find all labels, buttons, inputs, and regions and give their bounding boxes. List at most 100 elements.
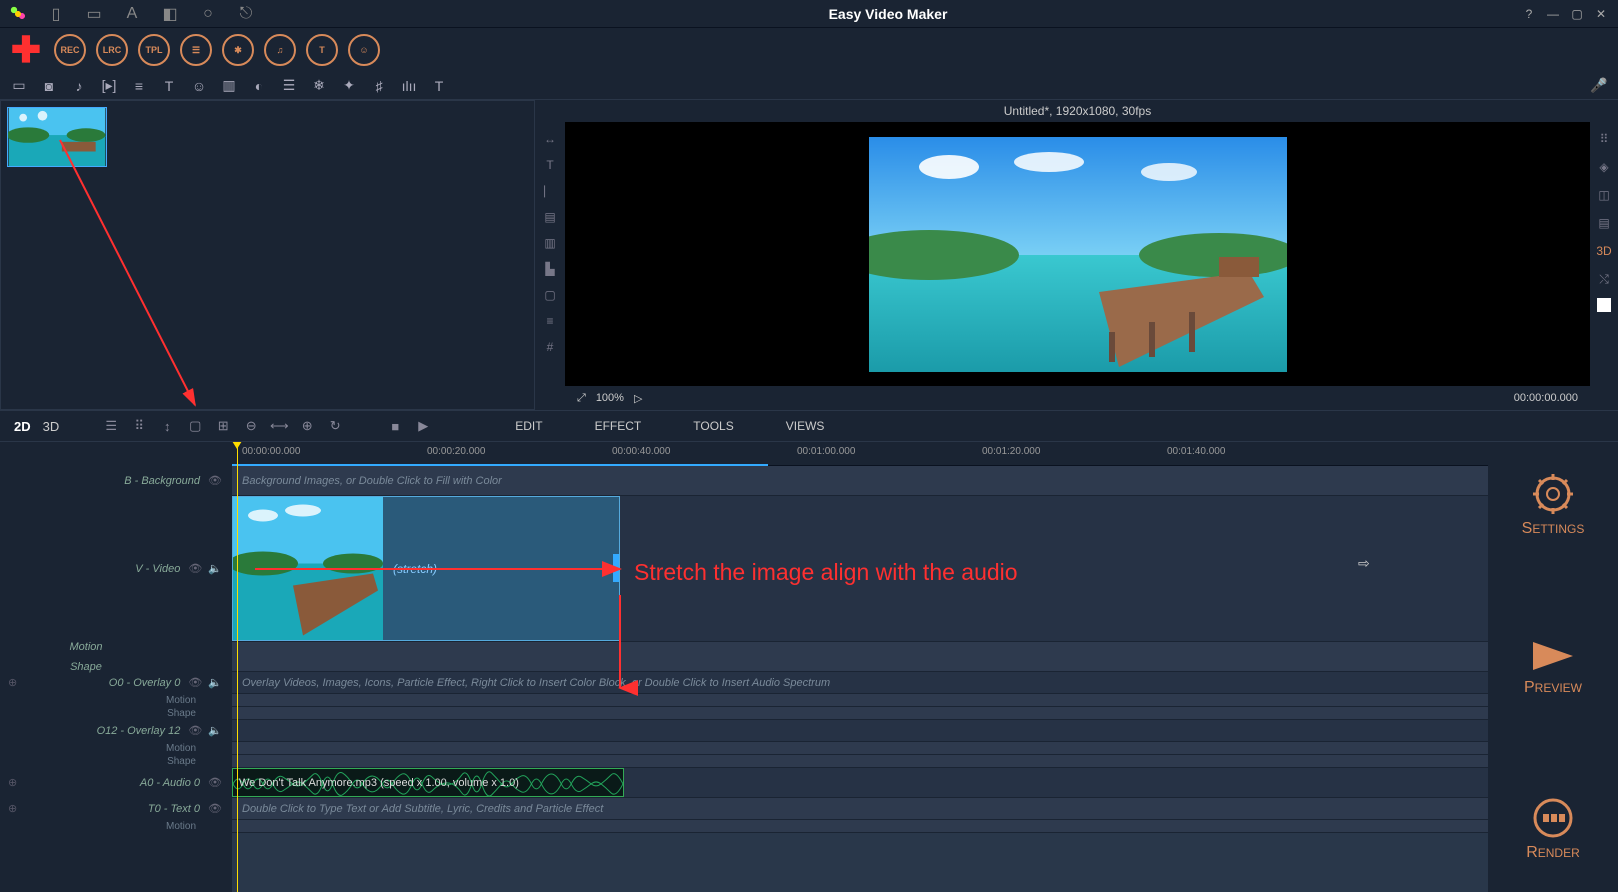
add-track-icon[interactable]: ⊕ <box>8 776 17 789</box>
text-button[interactable]: T <box>306 34 338 66</box>
speaker-icon[interactable]: 🔈 <box>208 562 222 575</box>
eye-icon[interactable]: 👁 <box>208 802 222 815</box>
panel-icon[interactable]: ◧ <box>160 4 180 24</box>
minimize-button[interactable]: — <box>1544 5 1562 23</box>
track-label-text[interactable]: ⊕ T0 - Text 0 👁 <box>0 798 232 820</box>
stop-icon[interactable]: ■ <box>387 418 403 434</box>
snow-icon[interactable]: ❄ <box>310 77 328 95</box>
zoomout-icon[interactable]: ⊖ <box>243 418 259 434</box>
contrast-icon[interactable]: ◐ <box>250 77 268 95</box>
track-label-overlay12[interactable]: O12 - Overlay 12 👁🔈 <box>0 720 232 742</box>
split-icon[interactable]: ◫ <box>1595 186 1613 204</box>
play-icon[interactable]: ▶ <box>415 418 431 434</box>
eye-icon[interactable]: 👁 <box>208 776 222 789</box>
help-button[interactable]: ? <box>1520 5 1538 23</box>
align-icon[interactable]: ⎸ <box>541 182 559 200</box>
speaker-icon[interactable]: 🔈 <box>208 676 222 689</box>
audio-clip[interactable]: We Don't Talk Anymore.mp3 (speed x 1.00,… <box>232 768 624 797</box>
snap-icon[interactable]: ⊞ <box>215 418 231 434</box>
track-audio[interactable]: We Don't Talk Anymore.mp3 (speed x 1.00,… <box>232 768 1488 798</box>
add-track-icon[interactable]: ⊕ <box>8 676 17 689</box>
film-icon[interactable]: ▭ <box>84 4 104 24</box>
swap-icon[interactable]: ⤭ <box>1595 270 1613 288</box>
track-label-audio[interactable]: ⊕ A0 - Audio 0 👁 <box>0 768 232 798</box>
speaker-icon[interactable]: 🔈 <box>208 724 222 737</box>
record-button[interactable]: REC <box>54 34 86 66</box>
music-icon[interactable]: ♪ <box>70 77 88 95</box>
timeline-ruler[interactable]: 00:00:00.000 00:00:20.000 00:00:40.000 0… <box>232 442 1488 466</box>
track-motion[interactable] <box>232 642 1488 672</box>
track-label-motion[interactable]: Motion Shape <box>0 642 232 672</box>
tune-icon[interactable]: ♯ <box>370 77 388 95</box>
bookmark-icon[interactable]: ▯ <box>46 4 66 24</box>
camera-icon[interactable]: ◙ <box>40 77 58 95</box>
target-icon[interactable]: ◈ <box>1595 158 1613 176</box>
track-text[interactable]: Double Click to Type Text or Add Subtitl… <box>232 798 1488 820</box>
shirt-icon[interactable]: ⎋ <box>236 4 256 24</box>
track-label-background[interactable]: B - Background 👁 <box>0 466 232 496</box>
resize-icon[interactable]: ↔ <box>541 130 559 148</box>
smile-icon[interactable]: ☺ <box>190 77 208 95</box>
chart-icon[interactable]: ▙ <box>541 260 559 278</box>
close-button[interactable]: ✕ <box>1592 5 1610 23</box>
eye-icon[interactable]: 👁 <box>188 676 202 689</box>
view-card-icon[interactable]: ▭ <box>10 77 28 95</box>
zoomin-icon[interactable]: ⊕ <box>299 418 315 434</box>
playhead[interactable] <box>237 442 238 892</box>
preview-zoom[interactable]: 100% <box>596 392 624 404</box>
handle-icon[interactable]: ⠿ <box>1595 130 1613 148</box>
user-button[interactable]: ☺ <box>348 34 380 66</box>
battery-icon[interactable]: ▥ <box>220 77 238 95</box>
audio-button[interactable]: ♫ <box>264 34 296 66</box>
grid-icon[interactable]: # <box>541 338 559 356</box>
eye-icon[interactable]: 👁 <box>208 474 222 487</box>
add-track-icon[interactable]: ⊕ <box>8 802 17 815</box>
list2-icon[interactable]: ☰ <box>280 77 298 95</box>
fit-icon[interactable]: ⟷ <box>271 418 287 434</box>
preview-canvas[interactable] <box>565 122 1590 386</box>
eye-icon[interactable]: 👁 <box>188 562 202 575</box>
edit-icon[interactable]: A <box>122 4 142 24</box>
lines-icon[interactable]: ≡ <box>130 77 148 95</box>
template-button[interactable]: TPL <box>138 34 170 66</box>
preview-button[interactable]: PREVIEW <box>1524 637 1582 697</box>
color-icon[interactable] <box>1597 298 1611 312</box>
3d-icon[interactable]: 3D <box>1595 242 1613 260</box>
tab-2d[interactable]: 2D <box>14 419 31 434</box>
next-arrow-icon[interactable]: ⇨ <box>1358 555 1370 572</box>
guides-icon[interactable]: ≡ <box>541 312 559 330</box>
track-overlay12[interactable] <box>232 720 1488 742</box>
eye-icon[interactable]: 👁 <box>188 724 202 737</box>
track-label-video[interactable]: V - Video 👁🔈 <box>0 496 232 642</box>
row-icon[interactable]: ▤ <box>541 208 559 226</box>
track-background[interactable]: Background Images, or Double Click to Fi… <box>232 466 1488 496</box>
render-button[interactable]: RENDER <box>1526 796 1580 862</box>
menu-tools[interactable]: TOOLS <box>693 419 733 433</box>
layers-icon[interactable]: ▤ <box>1595 214 1613 232</box>
text2-icon[interactable]: T <box>430 77 448 95</box>
mic-icon[interactable]: 🎤 <box>1590 77 1608 95</box>
puzzle-icon[interactable]: ✦ <box>340 77 358 95</box>
add-media-button[interactable]: ✚ <box>8 32 44 68</box>
maximize-button[interactable]: ▢ <box>1568 5 1586 23</box>
settings-button[interactable]: SETTINGS <box>1522 472 1585 538</box>
search-icon[interactable]: ○ <box>198 4 218 24</box>
track-area[interactable]: 00:00:00.000 00:00:20.000 00:00:40.000 0… <box>232 442 1488 892</box>
bars-icon[interactable]: ▥ <box>541 234 559 252</box>
bracket-icon[interactable]: [▸] <box>100 77 118 95</box>
list-button[interactable]: ☰ <box>180 34 212 66</box>
type-icon[interactable]: T <box>160 77 178 95</box>
text-tool-icon[interactable]: T <box>541 156 559 174</box>
effects-button[interactable]: ✱ <box>222 34 254 66</box>
menu-edit[interactable]: EDIT <box>515 419 542 433</box>
menu-effect[interactable]: EFFECT <box>595 419 642 433</box>
expand-icon[interactable]: ⤢ <box>577 392 586 405</box>
lyric-button[interactable]: LRC <box>96 34 128 66</box>
track-overlay0[interactable]: Overlay Videos, Images, Icons, Particle … <box>232 672 1488 694</box>
eq-icon[interactable]: ılıı <box>400 77 418 95</box>
menu-views[interactable]: VIEWS <box>786 419 825 433</box>
play-preview-icon[interactable]: ▷ <box>634 392 642 405</box>
frame-icon[interactable]: ▢ <box>541 286 559 304</box>
track-label-overlay0[interactable]: ⊕ O0 - Overlay 0 👁🔈 <box>0 672 232 694</box>
refresh-icon[interactable]: ↻ <box>327 418 343 434</box>
